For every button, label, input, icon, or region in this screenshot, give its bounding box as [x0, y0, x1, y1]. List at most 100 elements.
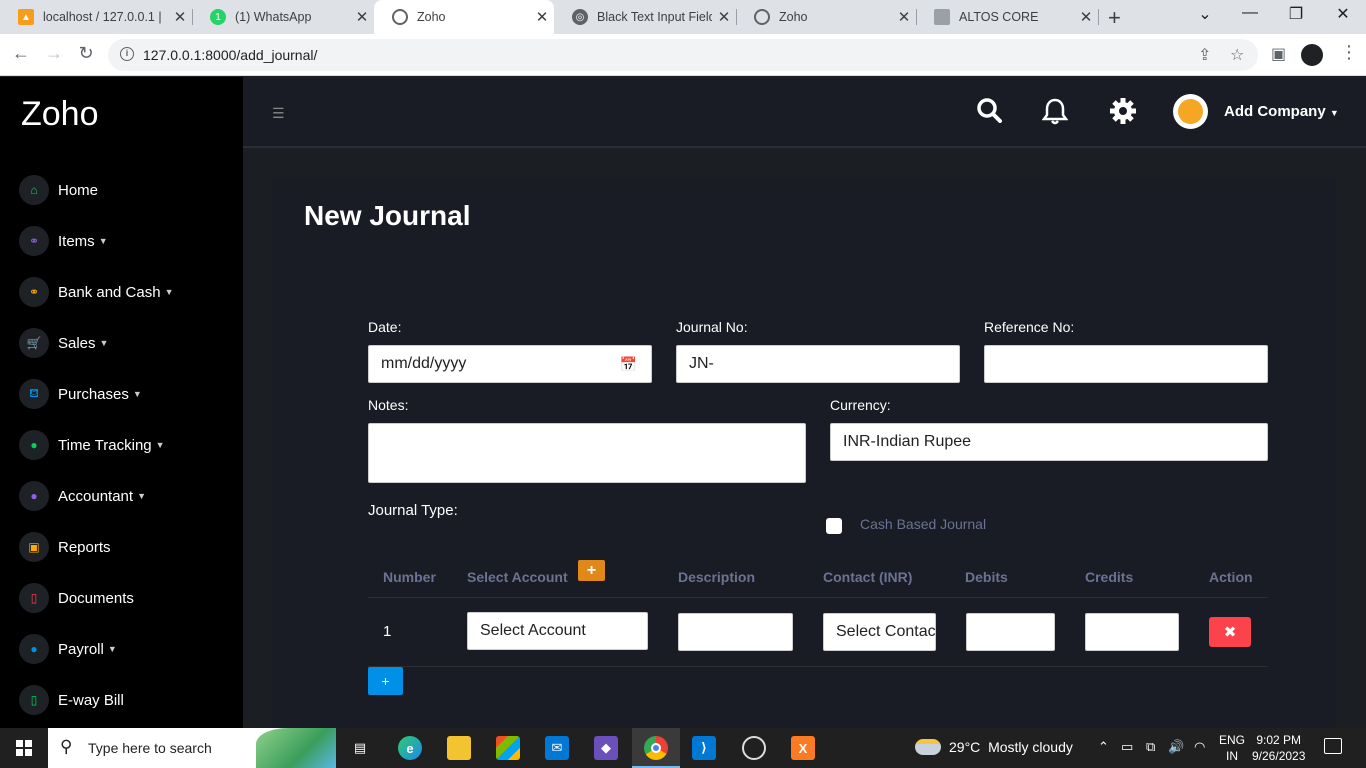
sidebar-item-time-tracking[interactable]: ● Time Tracking ▼: [19, 429, 165, 461]
close-icon[interactable]: ✕: [530, 8, 554, 26]
copilot-icon[interactable]: ◆: [594, 736, 618, 760]
add-row-button[interactable]: +: [368, 667, 403, 695]
profile-avatar[interactable]: [1301, 44, 1323, 66]
sidebar-item-reports[interactable]: ▣ Reports: [19, 531, 111, 563]
share-icon[interactable]: ⇪: [1198, 45, 1211, 65]
obs-icon[interactable]: [742, 736, 766, 760]
mail-icon[interactable]: ✉: [545, 736, 569, 760]
select-account-dropdown[interactable]: Select Account: [467, 612, 648, 650]
add-account-button[interactable]: +: [578, 560, 605, 581]
notes-textarea[interactable]: [368, 423, 806, 483]
language-indicator[interactable]: ENG IN: [1219, 732, 1245, 764]
device-icon[interactable]: ⧉: [1146, 739, 1155, 755]
description-input[interactable]: [678, 613, 793, 651]
close-icon[interactable]: ✕: [168, 8, 192, 26]
close-icon[interactable]: ✕: [350, 8, 374, 26]
xampp-icon[interactable]: X: [791, 736, 815, 760]
minimize-icon[interactable]: —: [1238, 4, 1262, 22]
tab-zoho-active[interactable]: Zoho ✕: [374, 0, 554, 34]
sidebar-item-payroll[interactable]: ● Payroll ▼: [19, 633, 117, 665]
browser-address-bar: ← → ↻ i 127.0.0.1:8000/add_journal/ ⇪ ☆ …: [0, 34, 1366, 76]
close-icon[interactable]: ✕: [712, 8, 736, 26]
edge-icon[interactable]: e: [398, 736, 422, 760]
delete-row-button[interactable]: ✖: [1209, 617, 1251, 647]
caret-down-icon: ▼: [137, 491, 146, 501]
tab-whatsapp[interactable]: 1 (1) WhatsApp ✕: [192, 0, 374, 34]
restore-icon[interactable]: ❐: [1284, 4, 1308, 24]
forward-arrow-icon[interactable]: →: [43, 43, 65, 64]
sidebar-item-label: E-way Bill: [58, 691, 124, 709]
date-input[interactable]: mm/dd/yyyy 📅: [368, 345, 652, 383]
reference-no-input[interactable]: [984, 345, 1268, 383]
calendar-icon[interactable]: 📅: [620, 356, 637, 373]
tab-altos-core[interactable]: ALTOS CORE ✕: [916, 0, 1099, 34]
basket-icon: ⛾: [19, 379, 49, 409]
sidebar-item-home[interactable]: ⌂ Home: [19, 174, 98, 206]
sidebar-item-accountant[interactable]: ● Accountant ▼: [19, 480, 146, 512]
omnibox[interactable]: i 127.0.0.1:8000/add_journal/ ⇪ ☆: [108, 39, 1258, 71]
sidebar-item-bank-and-cash[interactable]: ⚭ Bank and Cash ▼: [19, 276, 174, 308]
chrome-icon[interactable]: [644, 736, 668, 760]
battery-icon[interactable]: ▭: [1121, 739, 1133, 755]
window-close-icon[interactable]: ✕: [1331, 4, 1355, 24]
site-info-icon[interactable]: i: [120, 47, 134, 61]
notification-icon[interactable]: [1324, 738, 1342, 754]
caret-down-icon: ▼: [164, 287, 174, 297]
close-icon[interactable]: ✕: [892, 8, 916, 26]
search-icon[interactable]: [976, 97, 1002, 130]
store-icon[interactable]: [496, 736, 520, 760]
tab-phpmyadmin[interactable]: ▲ localhost / 127.0.0.1 | ✕: [0, 0, 193, 34]
new-tab-icon[interactable]: +: [1108, 5, 1121, 31]
reload-icon[interactable]: ↻: [75, 43, 97, 64]
close-icon[interactable]: ✕: [1074, 8, 1098, 26]
file-explorer-icon[interactable]: [447, 736, 471, 760]
globe-icon: [754, 9, 770, 25]
add-company-dropdown[interactable]: Add Company ▼: [1224, 103, 1339, 120]
sidebar-item-purchases[interactable]: ⛾ Purchases ▼: [19, 378, 142, 410]
debits-input[interactable]: [966, 613, 1055, 651]
sidebar-item-documents[interactable]: ▯ Documents: [19, 582, 134, 614]
taskbar-search-box[interactable]: ⚲ Type here to search: [48, 728, 336, 768]
altos-icon: [934, 9, 950, 25]
whatsapp-icon: 1: [210, 9, 226, 25]
chatgpt-icon: ◎: [572, 9, 588, 25]
tab-zoho-2[interactable]: Zoho ✕: [736, 0, 917, 34]
currency-input[interactable]: INR-Indian Rupee: [830, 423, 1268, 461]
user-icon: ●: [19, 634, 49, 664]
tab-search-chevron-icon[interactable]: ⌄: [1193, 4, 1217, 24]
cash-based-checkbox[interactable]: [826, 518, 842, 534]
sidebar-item-sales[interactable]: 🛒 Sales ▼: [19, 327, 108, 359]
bookmark-star-icon[interactable]: ☆: [1230, 45, 1244, 65]
menu-kebab-icon[interactable]: ⋮: [1340, 42, 1358, 63]
vscode-icon[interactable]: ⟩: [692, 736, 716, 760]
hamburger-menu-icon[interactable]: ☰: [272, 105, 285, 122]
col-header-credits: Credits: [1085, 569, 1134, 585]
gear-icon[interactable]: [1109, 97, 1137, 132]
sidebar-item-label: Purchases: [58, 385, 129, 403]
col-header-contact: Contact (INR): [823, 569, 913, 585]
task-view-icon[interactable]: ▤: [348, 736, 372, 760]
credits-input[interactable]: [1085, 613, 1179, 651]
chevron-up-icon[interactable]: ⌃: [1098, 739, 1109, 755]
sidebar-item-items[interactable]: ⚭ Items ▼: [19, 225, 108, 257]
bell-icon[interactable]: [1041, 97, 1069, 132]
avatar[interactable]: [1173, 94, 1208, 129]
weather-widget[interactable]: 29°C Mostly cloudy: [915, 739, 1073, 755]
journal-type-label: Journal Type:: [368, 502, 458, 519]
back-arrow-icon[interactable]: ←: [10, 43, 32, 64]
sidebar-item-e-way-bill[interactable]: ▯ E-way Bill: [19, 684, 124, 716]
brand-logo[interactable]: Zoho: [21, 95, 99, 134]
col-header-number: Number: [383, 569, 436, 585]
search-highlight-image: [256, 728, 336, 768]
tab-black-text-input[interactable]: ◎ Black Text Input Field ✕: [554, 0, 737, 34]
sidebar-item-label: Sales: [58, 334, 96, 352]
windows-start-icon[interactable]: [16, 740, 32, 756]
side-panel-icon[interactable]: ▣: [1271, 44, 1286, 64]
url-text[interactable]: 127.0.0.1:8000/add_journal/: [143, 47, 317, 63]
system-clock[interactable]: 9:02 PM 9/26/2023: [1252, 732, 1305, 764]
cash-based-label: Cash Based Journal: [860, 516, 987, 532]
select-contact-dropdown[interactable]: Select Contact: [823, 613, 936, 651]
wifi-icon[interactable]: ◠: [1194, 739, 1205, 755]
journal-no-input[interactable]: JN-: [676, 345, 960, 383]
volume-icon[interactable]: 🔊: [1168, 739, 1184, 755]
